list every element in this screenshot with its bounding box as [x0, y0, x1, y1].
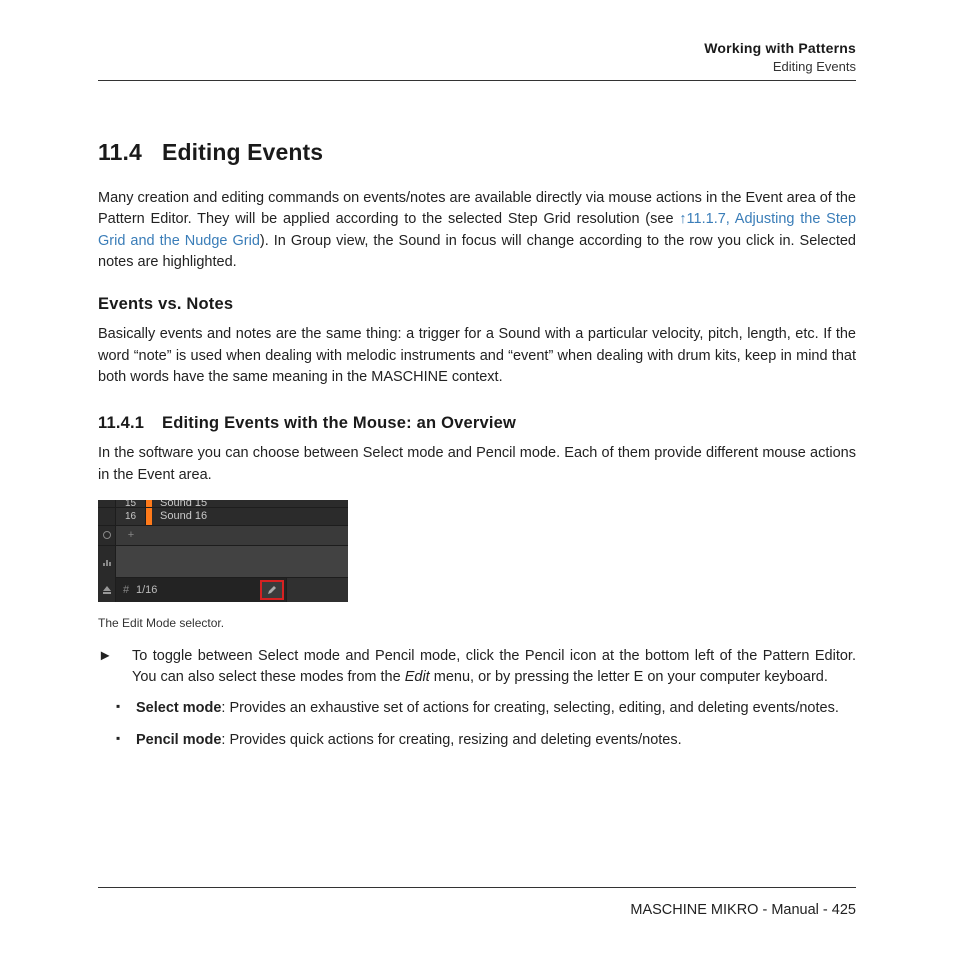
sound-row-15-partial: 15 Sound 15 [98, 500, 348, 508]
bullet-marker: ▪ [116, 698, 136, 719]
subsection-heading: 11.4.1Editing Events with the Mouse: an … [98, 414, 856, 433]
header-chapter: Working with Patterns [98, 40, 856, 56]
pencil-mode-text: : Provides quick actions for creating, r… [221, 732, 681, 748]
edit-mode-selector-screenshot: 15 Sound 15 16 Sound 16 + # 1/16 [98, 500, 348, 602]
pencil-mode-item: ▪ Pencil mode: Provides quick actions fo… [116, 730, 856, 751]
pencil-mode-button[interactable] [260, 580, 284, 600]
footer-divider [98, 887, 856, 888]
eject-icon [98, 578, 116, 602]
subsection-number: 11.4.1 [98, 414, 162, 433]
row-handle [98, 500, 116, 507]
sound-name-15: Sound 15 [152, 500, 207, 508]
step-grid-value: 1/16 [136, 584, 157, 596]
events-vs-notes-heading: Events vs. Notes [98, 295, 856, 314]
header-divider [98, 80, 856, 81]
sound-slot-number-15: 15 [116, 500, 146, 507]
add-sound-button: + [116, 526, 146, 545]
velocity-icon [98, 546, 116, 578]
utility-row-2 [98, 546, 348, 578]
bullet-marker: ▪ [116, 730, 136, 751]
sound-slot-number-16: 16 [116, 508, 146, 525]
select-mode-item: ▪ Select mode: Provides an exhaustive se… [116, 698, 856, 719]
footer-page-number: 425 [832, 902, 856, 918]
select-mode-label: Select mode [136, 700, 221, 716]
circle-icon [98, 526, 116, 545]
section-title: Editing Events [162, 139, 323, 165]
bottom-bar: # 1/16 [98, 578, 348, 602]
page-footer: MASCHINE MIKRO - Manual - 425 [98, 902, 856, 918]
intro-paragraph: Many creation and editing commands on ev… [98, 188, 856, 273]
subsection-body: In the software you can choose between S… [98, 443, 856, 486]
screenshot-caption: The Edit Mode selector. [98, 616, 856, 630]
footer-doc: Manual [771, 902, 819, 918]
bottom-right-area [286, 578, 348, 602]
instruction-item: ► To toggle between Select mode and Penc… [98, 646, 856, 689]
instruction-text-after: menu, or by pressing the letter E on you… [430, 669, 828, 685]
pencil-mode-label: Pencil mode [136, 732, 221, 748]
edit-menu-name: Edit [405, 669, 430, 685]
sound-name-16: Sound 16 [152, 510, 207, 522]
utility-row: + [98, 526, 348, 546]
footer-product: MASCHINE MIKRO [630, 902, 758, 918]
section-heading: 11.4Editing Events [98, 139, 856, 166]
row-handle [98, 508, 116, 525]
select-mode-text: : Provides an exhaustive set of actions … [221, 700, 838, 716]
events-vs-notes-body: Basically events and notes are the same … [98, 324, 856, 388]
section-number: 11.4 [98, 139, 162, 166]
header-section: Editing Events [98, 59, 856, 74]
arrow-marker: ► [98, 646, 132, 689]
grid-icon: # [116, 584, 136, 596]
subsection-title: Editing Events with the Mouse: an Overvi… [162, 414, 516, 432]
sound-row-16: 16 Sound 16 [98, 508, 348, 526]
